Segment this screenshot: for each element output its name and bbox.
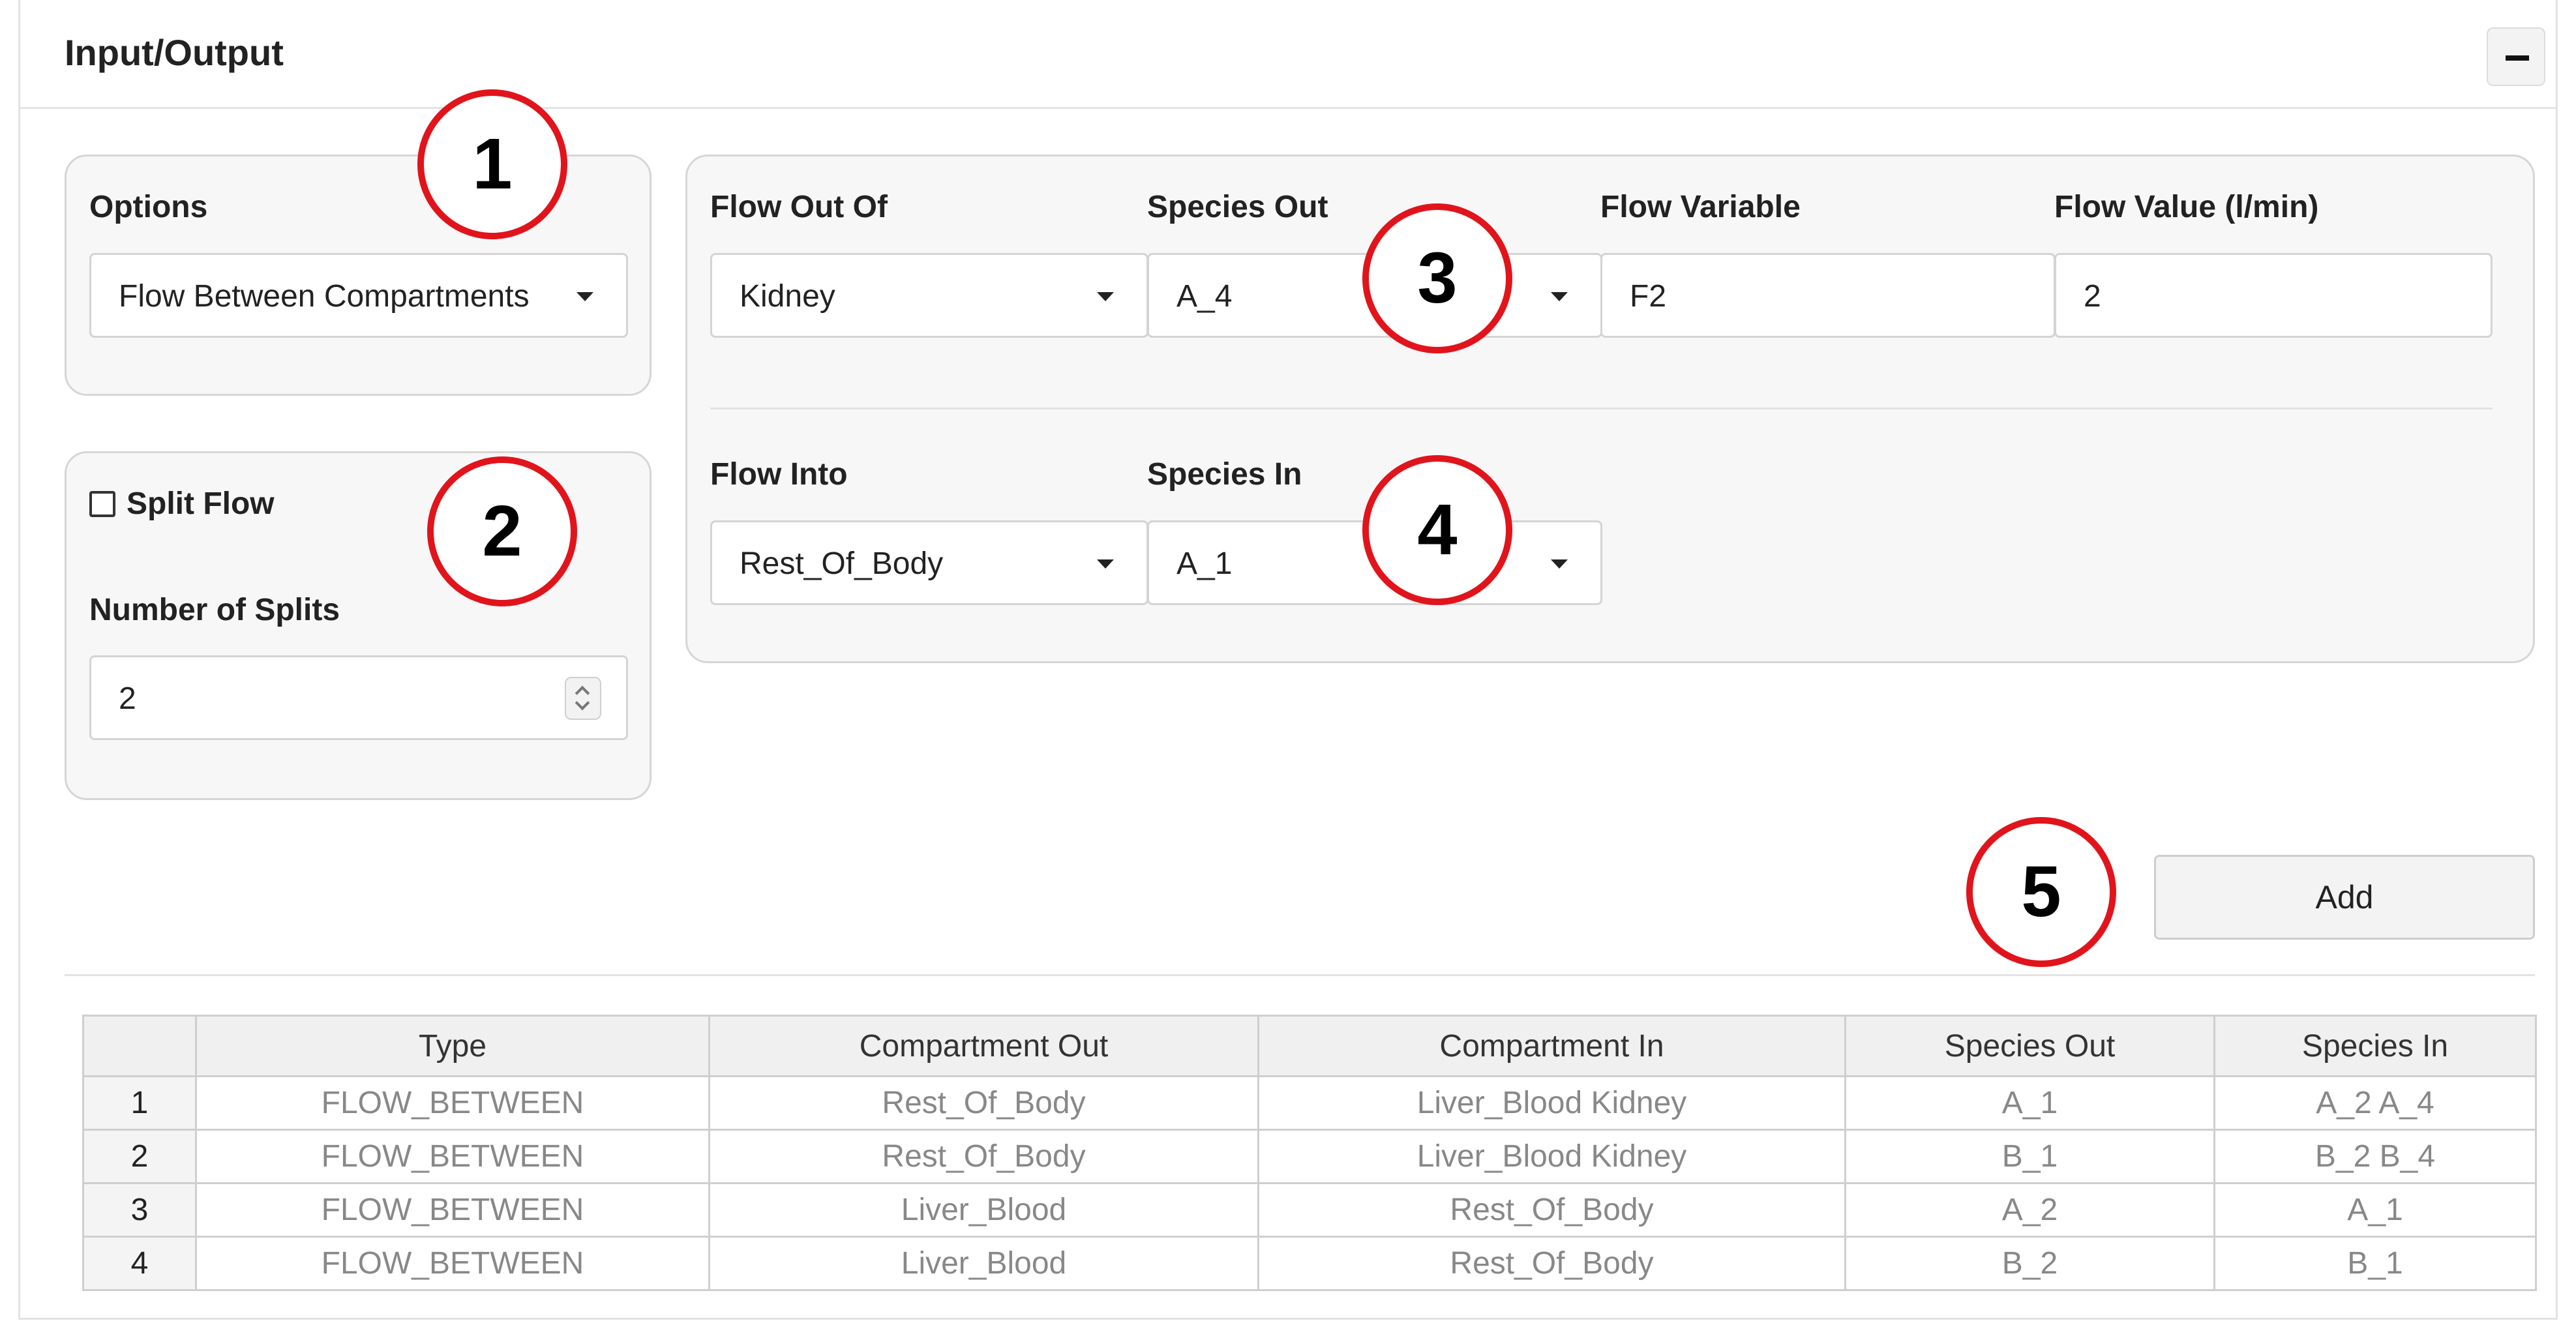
column-header-index[interactable] [82, 1015, 197, 1077]
flow-out-label: Flow Out Of [710, 190, 888, 224]
cell-compartment-out: Liver_Blood [708, 1236, 1259, 1291]
cell-compartment-in: Liver_Blood Kidney [1257, 1075, 1846, 1131]
spinner-down-icon [575, 695, 590, 711]
annotation-marker-5: 5 [1966, 817, 2116, 967]
options-label: Options [89, 190, 208, 224]
input-output-panel: Input/Output Options Flow Between Compar… [18, 0, 2558, 1320]
annotation-marker-1: 1 [417, 89, 567, 239]
annotation-marker-3: 3 [1362, 203, 1512, 353]
options-select[interactable]: Flow Between Compartments [89, 253, 628, 338]
species-in-label: Species In [1147, 457, 1302, 492]
table-row[interactable]: 1 FLOW_BETWEEN Rest_Of_Body Liver_Blood … [82, 1075, 2537, 1131]
column-header-type[interactable]: Type [195, 1015, 710, 1077]
flow-variable-value: F2 [1630, 279, 1667, 314]
column-header-species-out[interactable]: Species Out [1844, 1015, 2215, 1077]
cell-species-out: A_1 [1844, 1075, 2215, 1131]
cell-compartment-in: Liver_Blood Kidney [1257, 1129, 1846, 1184]
row-index: 4 [82, 1236, 197, 1291]
species-out-label: Species Out [1147, 190, 1328, 224]
cell-species-in: A_2 A_4 [2213, 1075, 2537, 1131]
cell-type: FLOW_BETWEEN [195, 1182, 710, 1238]
flow-into-label: Flow Into [710, 457, 848, 492]
flow-table: Type Compartment Out Compartment In Spec… [82, 1015, 2537, 1291]
cell-species-out: B_2 [1844, 1236, 2215, 1291]
number-of-splits-value: 2 [119, 681, 136, 716]
caret-down-icon [1097, 292, 1114, 301]
cell-species-in: B_2 B_4 [2213, 1129, 2537, 1184]
split-flow-checkbox[interactable] [89, 491, 115, 517]
number-of-splits-input[interactable]: 2 [89, 655, 628, 740]
cell-compartment-in: Rest_Of_Body [1257, 1236, 1846, 1291]
flow-into-value: Rest_Of_Body [740, 546, 944, 581]
cell-compartment-in: Rest_Of_Body [1257, 1182, 1846, 1238]
cell-type: FLOW_BETWEEN [195, 1129, 710, 1184]
cell-species-out: B_1 [1844, 1129, 2215, 1184]
flow-variable-input[interactable]: F2 [1600, 253, 2056, 338]
minus-icon [2506, 55, 2529, 61]
flow-variable-label: Flow Variable [1600, 190, 1801, 224]
table-row[interactable]: 3 FLOW_BETWEEN Liver_Blood Rest_Of_Body … [82, 1182, 2537, 1238]
options-card: Options Flow Between Compartments [65, 155, 651, 396]
annotation-marker-2: 2 [427, 456, 577, 606]
flow-out-value: Kidney [740, 279, 835, 314]
column-header-species-in[interactable]: Species In [2213, 1015, 2537, 1077]
panel-title: Input/Output [65, 32, 284, 73]
split-flow-label: Split Flow [127, 486, 275, 521]
flow-value-input[interactable]: 2 [2054, 253, 2493, 338]
table-row[interactable]: 2 FLOW_BETWEEN Rest_Of_Body Liver_Blood … [82, 1129, 2537, 1184]
table-top-divider [65, 974, 2535, 976]
table-row[interactable]: 4 FLOW_BETWEEN Liver_Blood Rest_Of_Body … [82, 1236, 2537, 1291]
table-header-row: Type Compartment Out Compartment In Spec… [82, 1015, 2537, 1077]
number-of-splits-label: Number of Splits [89, 593, 340, 627]
caret-down-icon [1551, 292, 1568, 301]
cell-type: FLOW_BETWEEN [195, 1075, 710, 1131]
cell-species-out: A_2 [1844, 1182, 2215, 1238]
annotation-marker-4: 4 [1362, 455, 1512, 605]
row-index: 2 [82, 1129, 197, 1184]
row-index: 3 [82, 1182, 197, 1238]
species-in-value: A_1 [1176, 546, 1233, 581]
add-button[interactable]: Add [2154, 855, 2535, 940]
panel-header: Input/Output [20, 0, 2556, 109]
species-out-value: A_4 [1176, 279, 1233, 314]
flow-value-value: 2 [2084, 279, 2101, 314]
flow-out-select[interactable]: Kidney [710, 253, 1148, 338]
flow-into-select[interactable]: Rest_Of_Body [710, 520, 1148, 605]
caret-down-icon [1551, 559, 1568, 569]
row-index: 1 [82, 1075, 197, 1131]
collapse-button[interactable] [2487, 27, 2545, 86]
spinner-icon[interactable] [565, 677, 601, 720]
cell-compartment-out: Liver_Blood [708, 1182, 1259, 1238]
cell-compartment-out: Rest_Of_Body [708, 1129, 1259, 1184]
cell-species-in: A_1 [2213, 1182, 2537, 1238]
caret-down-icon [1097, 559, 1114, 569]
cell-type: FLOW_BETWEEN [195, 1236, 710, 1291]
flow-card: Flow Out Of Species Out Flow Variable Fl… [685, 155, 2535, 663]
flow-value-label: Flow Value (l/min) [2054, 190, 2319, 224]
caret-down-icon [577, 292, 593, 301]
column-header-compartment-in[interactable]: Compartment In [1257, 1015, 1846, 1077]
cell-species-in: B_1 [2213, 1236, 2537, 1291]
flow-card-divider [710, 408, 2493, 409]
cell-compartment-out: Rest_Of_Body [708, 1075, 1259, 1131]
column-header-compartment-out[interactable]: Compartment Out [708, 1015, 1259, 1077]
options-select-value: Flow Between Compartments [119, 279, 530, 314]
